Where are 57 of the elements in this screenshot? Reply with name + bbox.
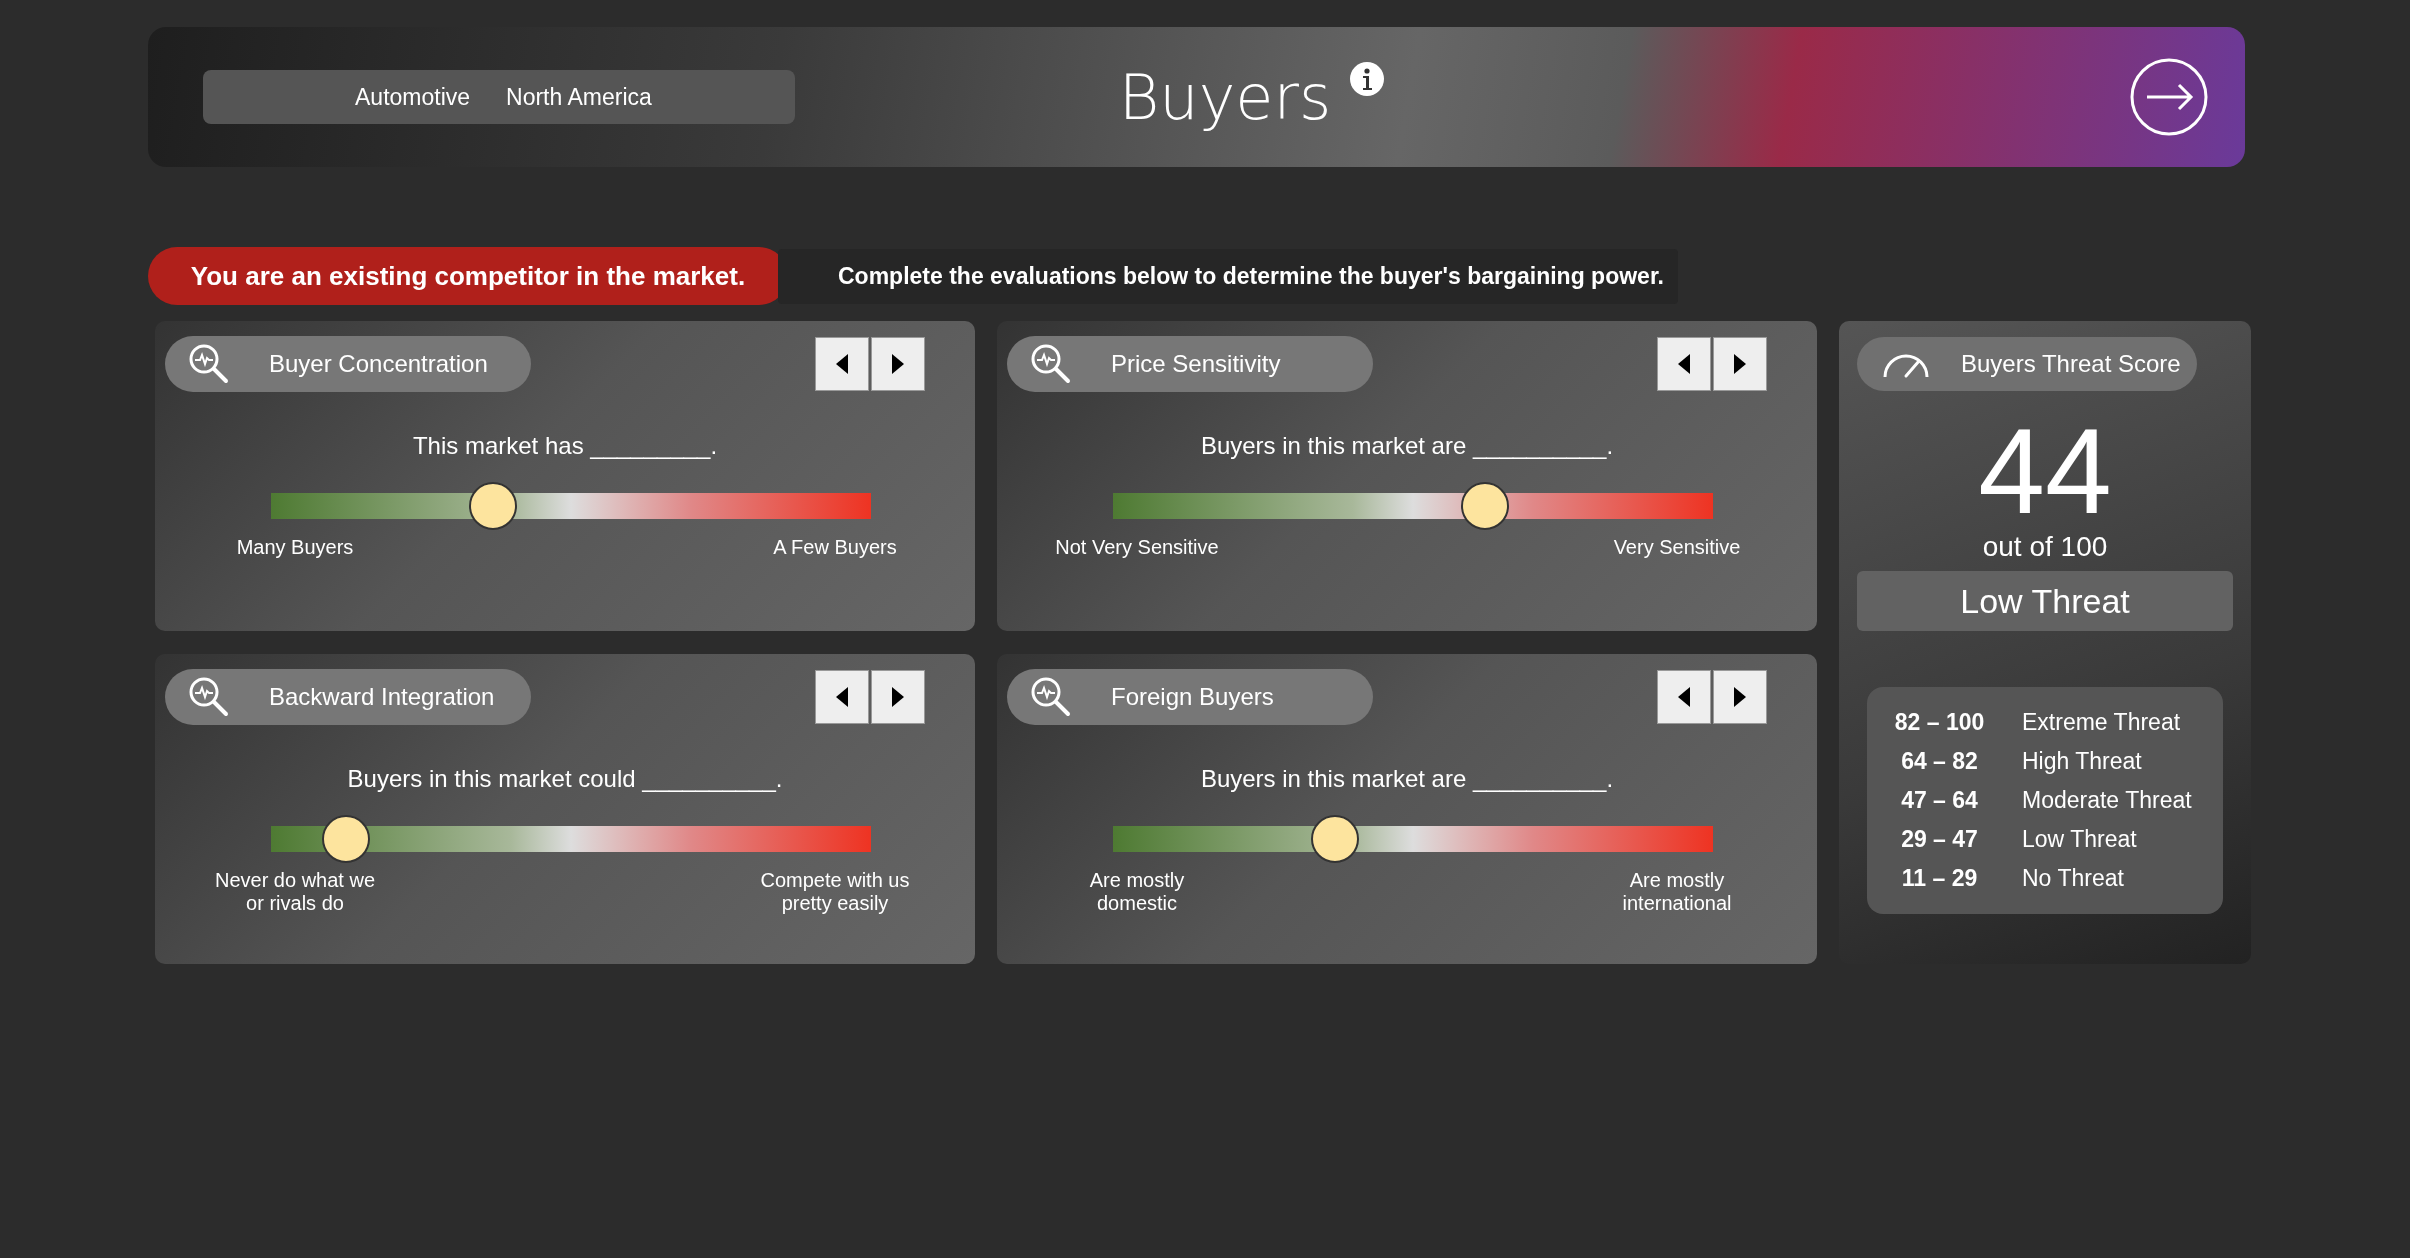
slider-thumb[interactable]	[322, 814, 370, 863]
legend-range: 64 – 82	[1900, 748, 1979, 775]
slider-thumb[interactable]	[1311, 814, 1359, 863]
right-caret-icon	[892, 354, 904, 374]
slider-high-label: A Few Buyers	[772, 536, 898, 559]
slider-low-label: Never do what we or rivals do	[213, 868, 377, 915]
next-button[interactable]	[871, 669, 925, 724]
left-caret-icon	[1678, 686, 1690, 707]
magnifier-icon[interactable]	[187, 342, 231, 386]
legend-label: Moderate Threat	[2021, 787, 2192, 814]
legend-label: Low Threat	[2021, 826, 2137, 853]
evaluation-title: Backward Integration	[269, 682, 495, 711]
info-icon[interactable]	[1349, 60, 1386, 97]
slider-high-label: Very Sensitive	[1612, 536, 1742, 559]
previous-button[interactable]	[815, 669, 869, 724]
previous-button[interactable]	[815, 337, 869, 391]
slider-high-label: Compete with us pretty easily	[759, 868, 911, 915]
previous-button[interactable]	[1657, 337, 1711, 391]
slider-low-label: Are mostly domestic	[1088, 868, 1186, 915]
slider-low-label: Not Very Sensitive	[1054, 536, 1220, 559]
legend-range: 47 – 64	[1900, 787, 1979, 814]
evaluation-title: Foreign Buyers	[1111, 682, 1274, 711]
next-button[interactable]	[871, 337, 925, 391]
legend-label: No Threat	[2021, 865, 2124, 892]
threat-rating: Low Threat	[1857, 571, 2233, 631]
industry-label: Automotive	[355, 83, 471, 111]
evaluation-prompt: Buyers in this market could __________.	[346, 764, 784, 793]
previous-button[interactable]	[1657, 669, 1711, 724]
right-caret-icon	[1734, 354, 1746, 374]
score-scale: out of 100	[1982, 531, 2108, 563]
slider-thumb[interactable]	[1461, 482, 1509, 530]
legend-range: 11 – 29	[1900, 865, 1979, 892]
legend-range: 82 – 100	[1893, 709, 1986, 736]
right-caret-icon	[892, 686, 904, 707]
left-caret-icon	[836, 686, 848, 707]
slider-low-label: Many Buyers	[235, 536, 355, 559]
left-caret-icon	[836, 354, 848, 374]
instruction-text: Complete the evaluations below to determine the buyer's bargaining power.	[778, 248, 1678, 304]
right-caret-icon	[1734, 686, 1746, 707]
slider-thumb[interactable]	[469, 482, 517, 530]
next-button[interactable]	[1713, 669, 1767, 724]
score-value: 44	[1978, 411, 2112, 531]
legend-label: Extreme Threat	[2021, 709, 2181, 736]
evaluation-title: Buyer Concentration	[269, 350, 488, 378]
legend-label: High Threat	[2021, 748, 2142, 775]
left-caret-icon	[1678, 354, 1690, 374]
next-button[interactable]	[1713, 337, 1767, 391]
evaluation-prompt: Buyers in this market are __________.	[1199, 432, 1615, 460]
evaluation-prompt: Buyers in this market are __________.	[1199, 764, 1615, 793]
page-title: Buyers	[1118, 60, 1332, 134]
slider-high-label: Are mostly international	[1621, 868, 1733, 915]
legend-range: 29 – 47	[1900, 826, 1979, 853]
region-label: North America	[506, 83, 652, 111]
score-title: Buyers Threat Score	[1961, 350, 2181, 378]
evaluation-title: Price Sensitivity	[1111, 350, 1281, 378]
evaluation-prompt: This market has _________.	[411, 432, 719, 460]
magnifier-icon[interactable]	[1029, 342, 1073, 386]
